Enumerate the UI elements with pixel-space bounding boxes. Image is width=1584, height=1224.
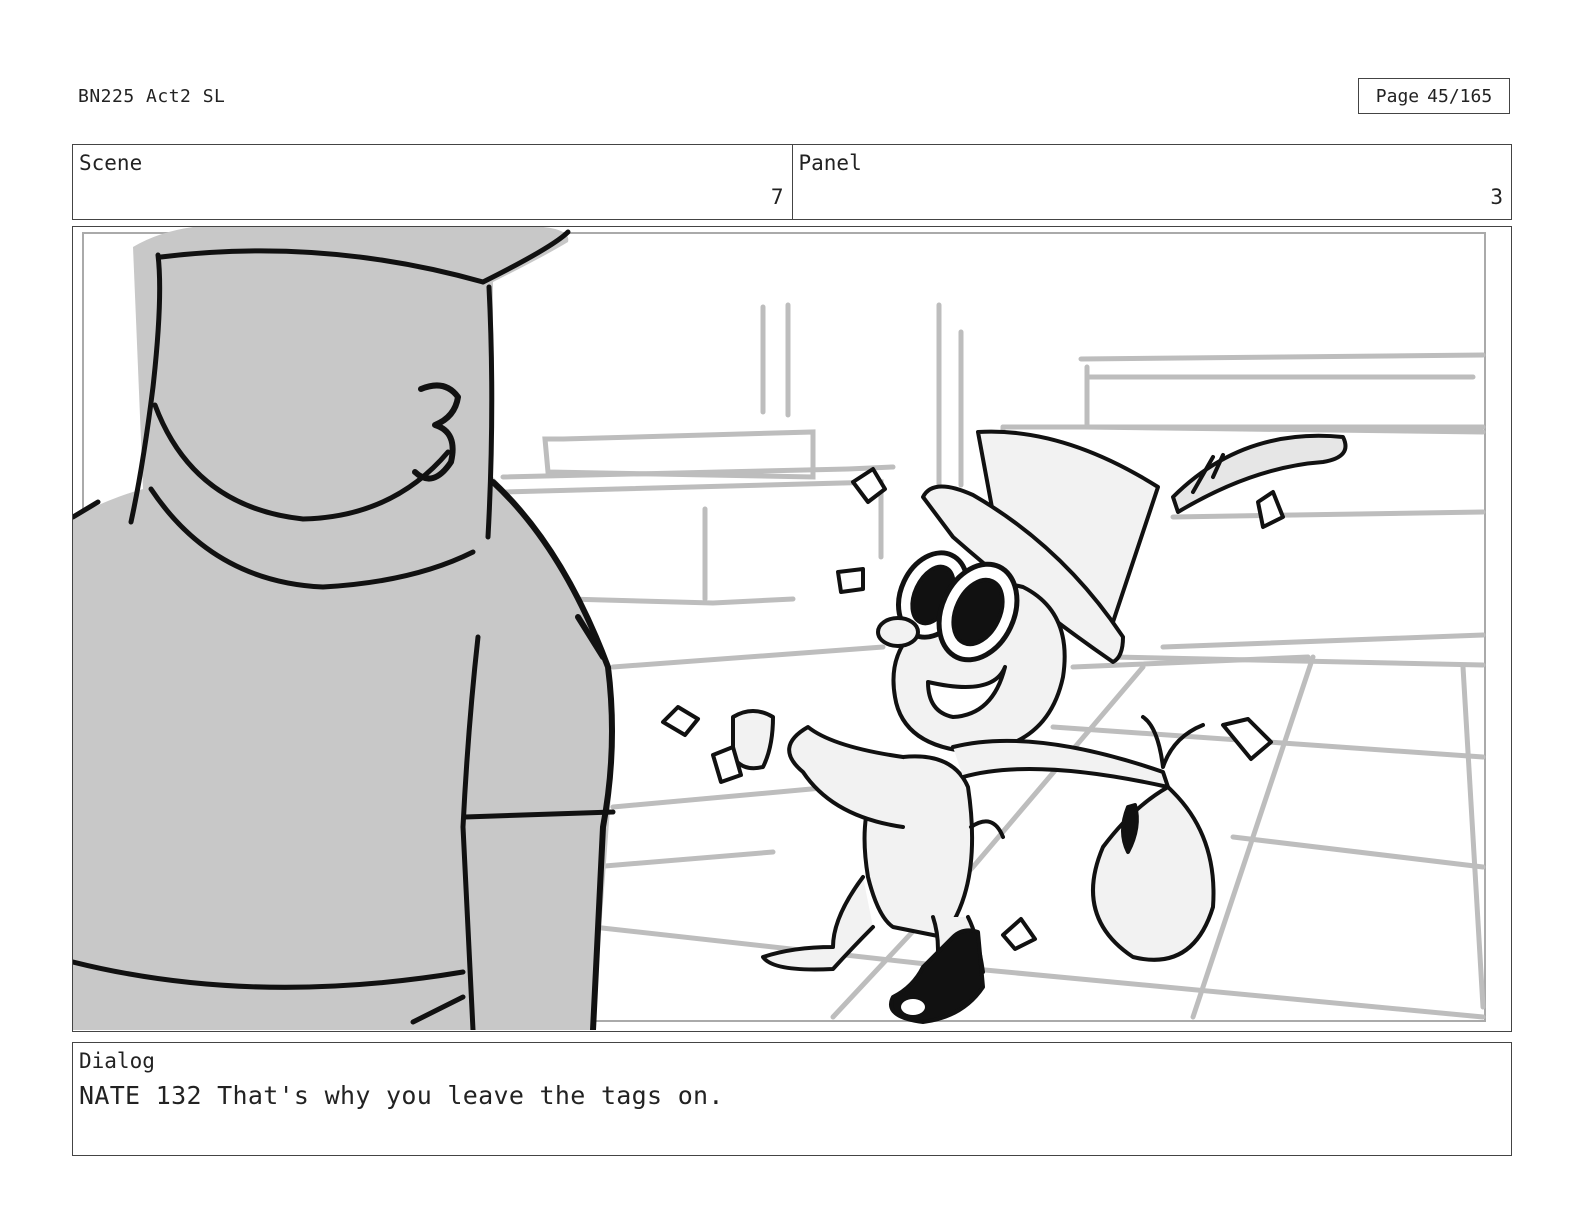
foreground-character: [73, 227, 616, 1030]
document-title: BN225 Act2 SL: [78, 86, 226, 107]
dialog-box: Dialog NATE 132 That's why you leave the…: [72, 1042, 1512, 1156]
scene-label: Scene: [79, 151, 143, 175]
panel-number: 3: [1490, 185, 1503, 209]
scene-cell: Scene 7: [73, 145, 792, 219]
page-label: Page: [1375, 85, 1420, 107]
scene-panel-row: Scene 7 Panel 3: [72, 144, 1512, 220]
storyboard-drawing: [73, 227, 1486, 1030]
dialog-text: NATE 132 That's why you leave the tags o…: [79, 1081, 724, 1110]
scene-number: 7: [770, 185, 784, 209]
page-number: 45/165: [1427, 85, 1493, 107]
hat-character: [661, 429, 1348, 1024]
panel-label: Panel: [798, 151, 862, 175]
storyboard-frame: [72, 226, 1512, 1032]
dialog-label: Dialog: [79, 1049, 155, 1073]
page-indicator: Page 45/165: [1358, 78, 1510, 114]
panel-cell: Panel 3: [791, 145, 1512, 219]
